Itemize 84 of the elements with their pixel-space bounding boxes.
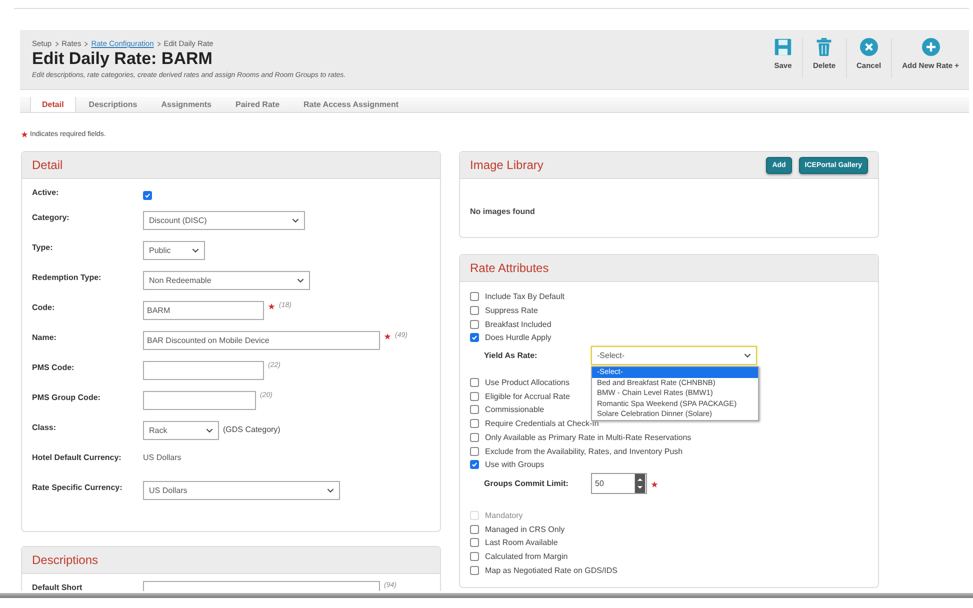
checkbox[interactable] [470,524,479,534]
checkbox-label: Mandatory [485,510,523,520]
checkbox[interactable] [470,419,479,428]
dropdown[interactable]: Non Redeemable [143,271,310,290]
checkbox-label: Use Product Allocations [485,378,570,388]
checkbox-label: Suppress Rate [485,306,538,316]
field-label: Groups Commit Limit: [484,479,570,488]
field-label: Category: [32,212,70,222]
page-title: Edit Daily Rate: BARM [32,49,214,69]
field-label: Name: [32,332,58,342]
spinner-icon [634,474,646,494]
field-label: Redemption Type: [32,272,102,282]
dropdown[interactable]: Discount (DISC) [143,211,305,230]
checkbox-label: Exclude from the Availability, Rates, and Inventory Push [485,446,683,456]
chevron-icon [84,40,88,46]
dropdown[interactable]: Public [143,241,205,260]
checkbox[interactable] [470,446,479,456]
checkbox-label: Include Tax By Default [485,292,564,302]
caret-icon [297,278,304,283]
field-label: Class: [32,422,58,432]
checkbox-label: Last Room Available [485,538,558,548]
dropdown[interactable]: Rack [143,421,219,440]
panel-title: Descriptions [32,553,98,567]
tab[interactable]: Paired Rate [224,97,291,112]
field-value: US Dollars [143,452,182,462]
field-label: Rate Specific Currency: [32,482,124,492]
dropdown[interactable]: US Dollars [143,481,340,500]
required-star-icon [21,131,28,138]
field-label: Hotel Default Currency: [32,452,122,462]
checkbox[interactable] [470,392,479,401]
empty-message: No images found [470,207,535,216]
checkbox[interactable] [470,378,479,388]
checkbox-label: Eligible for Accrual Rate [485,392,570,401]
checkbox[interactable] [470,460,479,470]
checkbox[interactable] [470,566,479,575]
field-label: Active: [32,187,60,197]
checkbox[interactable] [470,552,479,561]
checkbox-label: Require Credentials at Check-In [485,419,599,428]
chevron-icon [54,40,59,46]
field-note: (GDS Category) [223,424,280,434]
checkbox[interactable] [470,538,479,548]
field-label: Type: [32,242,54,252]
checkbox-label: Calculated from Margin [485,552,568,561]
field-label: PMS Group Code: [32,392,102,402]
input-field[interactable]: BARM [143,301,264,320]
panel-title: Image Library [470,158,544,172]
field-label: Code: [32,302,56,312]
tab[interactable]: Assignments [150,97,222,112]
checkbox-label: Managed in CRS Only [485,524,565,534]
input-field[interactable] [143,391,256,410]
plus-circle-icon [922,38,940,56]
field-label: Default Short [32,582,84,591]
dropdown[interactable]: -Select- [591,346,757,366]
checkbox-label: Map as Negotiated Rate on GDS/IDS [485,566,618,575]
panel-title: Rate Attributes [470,261,549,275]
checkbox-label: Use with Groups [485,460,544,470]
tab[interactable]: Rate Access Assignment [292,97,410,112]
checkbox-label: Does Hurdle Apply [485,333,552,342]
field-label: Yield As Rate: [484,351,538,360]
caret-icon [192,248,199,253]
caret-icon [292,218,299,223]
checkbox[interactable] [143,191,152,200]
checkbox-label: Only Available as Primary Rate in Multi-Rate Reservations [485,432,692,442]
chevron-icon [156,40,161,46]
checkbox[interactable] [470,306,479,316]
trash-icon [815,38,834,56]
checkbox[interactable] [470,320,479,329]
caret-icon [206,428,213,433]
field-label: PMS Code: [32,362,76,372]
input-field[interactable]: BAR Discounted on Mobile Device [143,331,380,350]
tab[interactable]: Descriptions [78,97,148,112]
checkbox[interactable] [470,292,479,302]
caret-icon [327,488,334,493]
panel-title: Detail [32,158,63,172]
close-icon [860,38,878,56]
checkbox[interactable] [470,333,479,342]
checkbox[interactable] [470,405,479,414]
input-field[interactable] [143,361,264,380]
checkbox-label: Commissionable [485,405,544,414]
tab[interactable]: Detail [30,97,76,112]
caret-icon [744,353,751,358]
checkbox-label: Breakfast Included [485,320,552,329]
checkbox[interactable] [470,432,479,442]
number-field[interactable]: 50 [591,473,647,494]
